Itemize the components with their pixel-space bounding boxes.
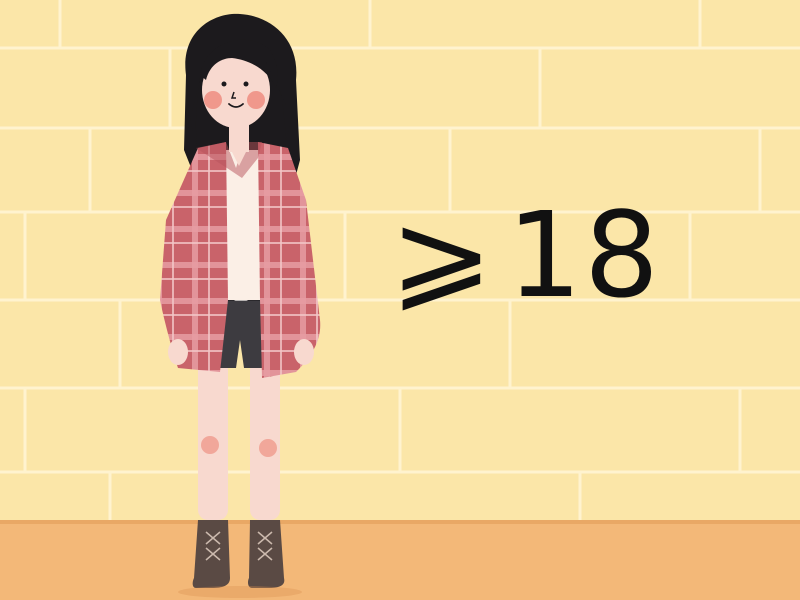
- age-number: 18: [506, 186, 662, 324]
- greater-or-equal-symbol: ⩾: [389, 186, 496, 324]
- illustration-scene: ⩾18: [0, 0, 800, 600]
- floor: [0, 520, 800, 600]
- age-requirement-label: ⩾18: [389, 186, 661, 324]
